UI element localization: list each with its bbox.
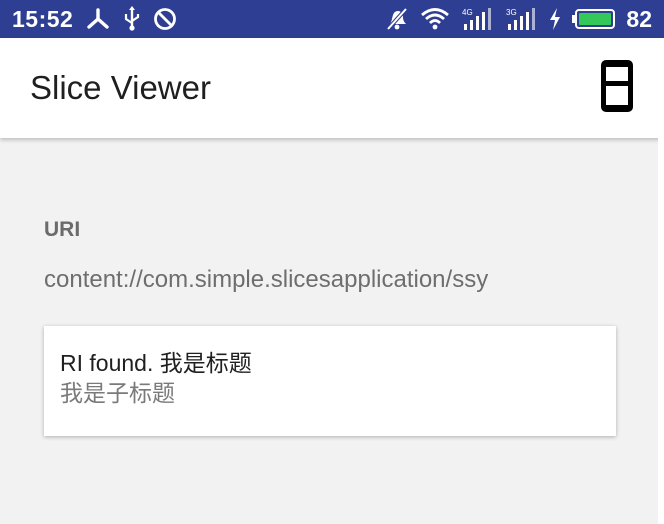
share-nodes-icon: [85, 7, 111, 31]
battery-icon: [572, 7, 616, 31]
status-right-group: 4G 3G 82: [384, 6, 652, 33]
phone-slice-mode-icon: [599, 58, 635, 119]
svg-text:3G: 3G: [506, 8, 517, 17]
slice-subtitle: 我是子标题: [60, 380, 175, 406]
right-edge-strip: [658, 138, 664, 524]
uri-value: content://com.simple.slicesapplication/s…: [44, 266, 489, 293]
status-bar: 15:52 4G 3G 82: [0, 0, 664, 38]
app-bar: Slice Viewer: [0, 38, 664, 138]
charging-icon: [548, 7, 562, 31]
signal-3g-icon: 3G: [504, 6, 538, 32]
battery-percent: 82: [626, 5, 652, 32]
uri-label: URI: [44, 218, 81, 241]
signal-4g-icon: 4G: [460, 6, 494, 32]
do-not-disturb-icon: [153, 7, 177, 31]
slice-title: RI found. 我是标题: [60, 350, 252, 376]
svg-text:4G: 4G: [462, 8, 473, 17]
usb-icon: [123, 6, 141, 32]
muted-bell-icon: [384, 6, 410, 32]
status-time: 15:52: [12, 5, 74, 32]
slice-card[interactable]: RI found. 我是标题 我是子标题: [44, 326, 616, 436]
app-title: Slice Viewer: [30, 69, 211, 106]
wifi-icon: [420, 6, 450, 32]
status-left-group: 15:52: [12, 6, 177, 33]
slice-mode-button[interactable]: [598, 59, 636, 117]
